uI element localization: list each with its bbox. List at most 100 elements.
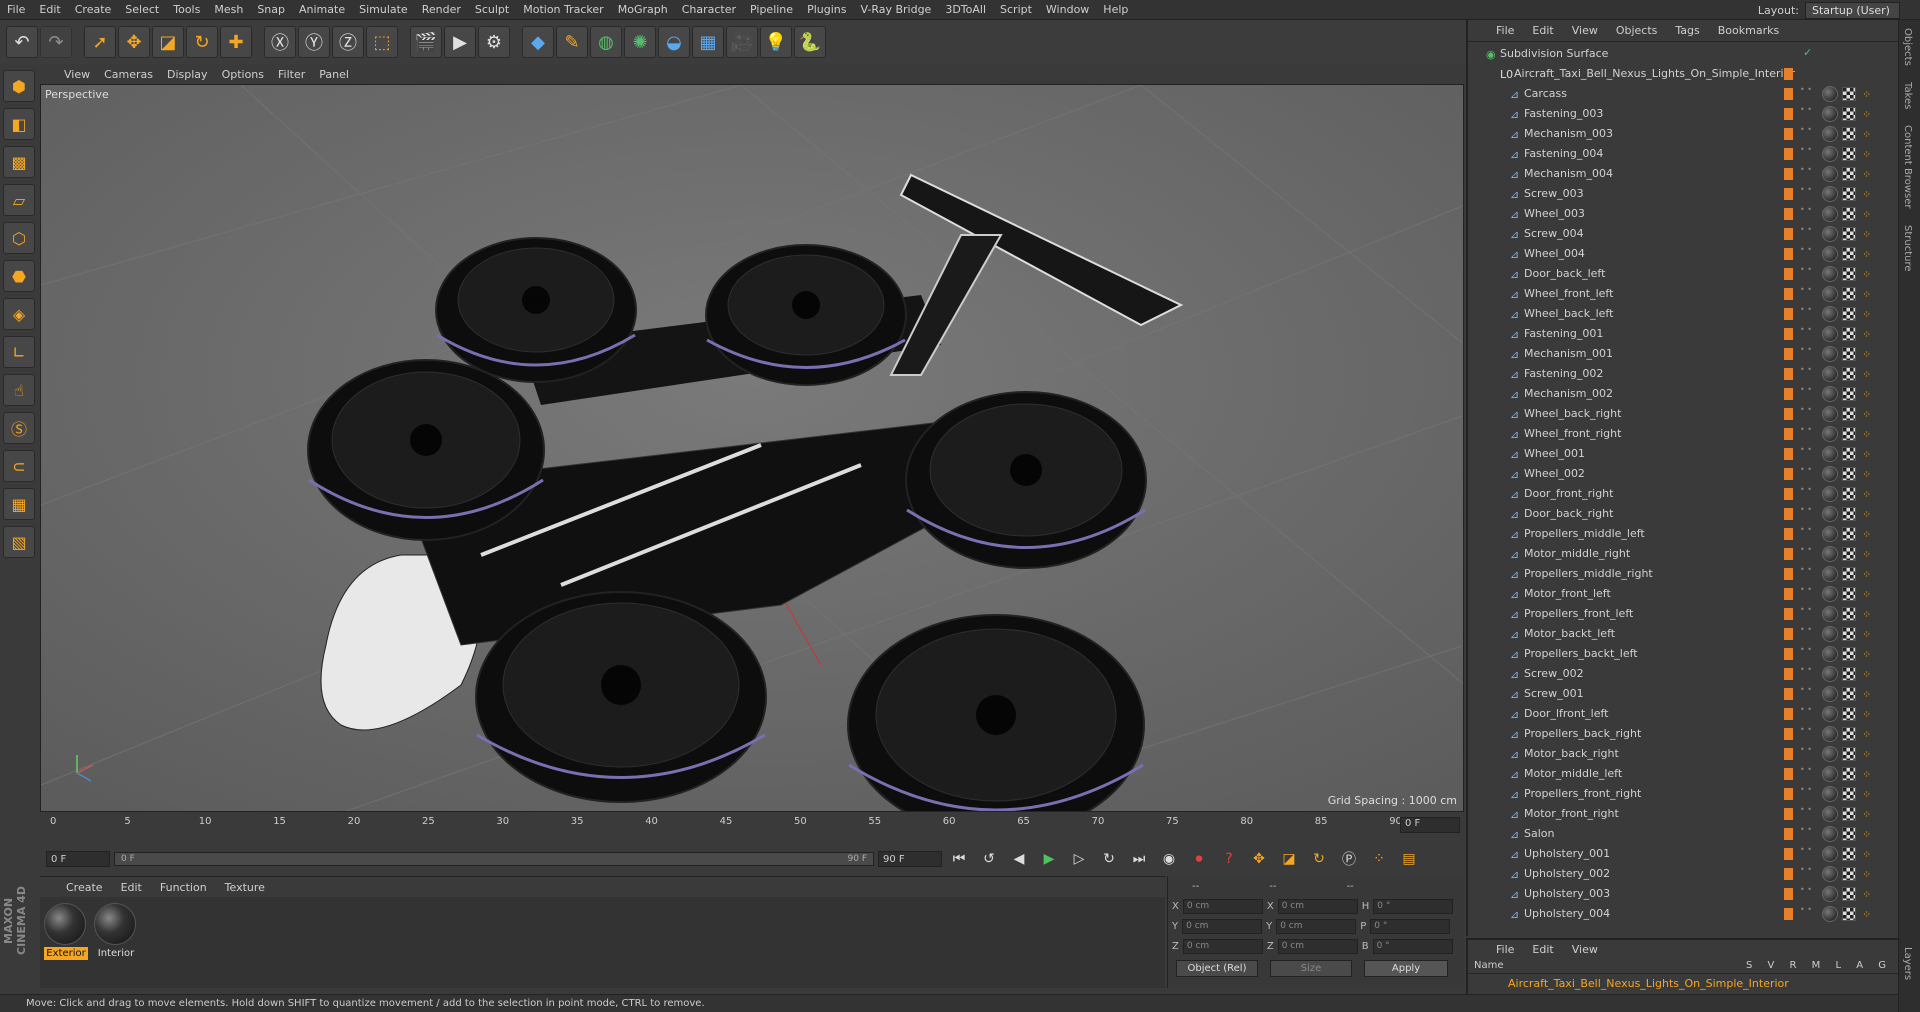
texture-tag-icon[interactable] [1842, 127, 1856, 141]
texture-tag-icon[interactable] [1842, 87, 1856, 101]
object-row[interactable]: Propellers_front_left ⊿ • • ⁘ [1468, 604, 1900, 624]
key-scale-icon[interactable]: ◪ [1276, 848, 1302, 870]
object-row[interactable]: Wheel_002 ⊿ • • ⁘ [1468, 464, 1900, 484]
texture-tag-icon[interactable] [1842, 427, 1856, 441]
layer-color-icon[interactable] [1784, 328, 1793, 340]
layer-color-icon[interactable] [1784, 548, 1793, 560]
texture-tag-icon[interactable] [1842, 787, 1856, 801]
object-row[interactable]: Door_front_right ⊿ • • ⁘ [1468, 484, 1900, 504]
phong-tag-icon[interactable]: ⁘ [1862, 288, 1871, 301]
texture-tag-icon[interactable] [1842, 647, 1856, 661]
material-tag-icon[interactable] [1822, 166, 1838, 182]
layer-color-icon[interactable] [1784, 288, 1793, 300]
object-row[interactable]: Mechanism_004 ⊿ • • ⁘ [1468, 164, 1900, 184]
viewport-menu-filter[interactable]: Filter [278, 68, 305, 81]
material-tag-icon[interactable] [1822, 526, 1838, 542]
texture-mode-icon[interactable]: ▩ [3, 146, 35, 178]
texture-tag-icon[interactable] [1842, 307, 1856, 321]
object-menu-tags[interactable]: Tags [1675, 24, 1699, 37]
phong-tag-icon[interactable]: ⁘ [1862, 348, 1871, 361]
object-row[interactable]: Door_back_left ⊿ • • ⁘ [1468, 264, 1900, 284]
object-row[interactable]: Upholstery_003 ⊿ • • ⁘ [1468, 884, 1900, 904]
start-frame-field[interactable]: 0 F [46, 851, 110, 867]
material-tag-icon[interactable] [1822, 786, 1838, 802]
layer-color-icon[interactable] [1784, 608, 1793, 620]
material-tag-icon[interactable] [1822, 346, 1838, 362]
object-row[interactable]: Fastening_001 ⊿ • • ⁘ [1468, 324, 1900, 344]
layer-color-icon[interactable] [1784, 908, 1793, 920]
layer-color-icon[interactable] [1784, 428, 1793, 440]
layer-color-icon[interactable] [1784, 368, 1793, 380]
menu-script[interactable]: Script [993, 3, 1039, 16]
texture-tag-icon[interactable] [1842, 187, 1856, 201]
phong-tag-icon[interactable]: ⁘ [1862, 628, 1871, 641]
visibility-dots-icon[interactable]: • • [1800, 286, 1812, 294]
layer-color-icon[interactable] [1784, 668, 1793, 680]
visibility-dots-icon[interactable]: • • [1800, 766, 1812, 774]
layer-color-icon[interactable] [1784, 388, 1793, 400]
material-menu-texture[interactable]: Texture [225, 881, 265, 894]
visibility-dots-icon[interactable]: • • [1800, 106, 1812, 114]
timeline-window-icon[interactable]: ▤ [1396, 848, 1422, 870]
material-tag-icon[interactable] [1822, 106, 1838, 122]
texture-tag-icon[interactable] [1842, 347, 1856, 361]
subdivide-icon[interactable]: ◍ [590, 26, 622, 58]
layer-color-icon[interactable] [1784, 588, 1793, 600]
material-tag-icon[interactable] [1822, 766, 1838, 782]
phong-tag-icon[interactable]: ⁘ [1862, 188, 1871, 201]
visibility-dots-icon[interactable]: • • [1800, 486, 1812, 494]
side-tab-layers[interactable]: Layers [1899, 939, 1916, 988]
object-row[interactable]: Fastening_004 ⊿ • • ⁘ [1468, 144, 1900, 164]
material-tag-icon[interactable] [1822, 506, 1838, 522]
visibility-dots-icon[interactable]: • • [1800, 566, 1812, 574]
layer-menu-edit[interactable]: Edit [1532, 943, 1553, 956]
object-row[interactable]: Wheel_back_left ⊿ • • ⁘ [1468, 304, 1900, 324]
texture-tag-icon[interactable] [1842, 287, 1856, 301]
deformer-icon[interactable]: ◒ [658, 26, 690, 58]
material-tag-icon[interactable] [1822, 426, 1838, 442]
material-tag-icon[interactable] [1822, 486, 1838, 502]
camera-icon[interactable]: 🎥 [726, 26, 758, 58]
scale-icon[interactable]: ◪ [152, 26, 184, 58]
texture-tag-icon[interactable] [1842, 207, 1856, 221]
select-icon[interactable]: ➚ [84, 26, 116, 58]
material-menu-create[interactable]: Create [66, 881, 103, 894]
material-tag-icon[interactable] [1822, 146, 1838, 162]
layer-color-icon[interactable] [1784, 768, 1793, 780]
menu-snap[interactable]: Snap [250, 3, 292, 16]
material-tag-icon[interactable] [1822, 386, 1838, 402]
texture-tag-icon[interactable] [1842, 467, 1856, 481]
object-menu-edit[interactable]: Edit [1532, 24, 1553, 37]
texture-tag-icon[interactable] [1842, 487, 1856, 501]
object-row[interactable]: Screw_001 ⊿ • • ⁘ [1468, 684, 1900, 704]
texture-tag-icon[interactable] [1842, 827, 1856, 841]
phong-tag-icon[interactable]: ⁘ [1862, 388, 1871, 401]
record-icon[interactable]: ⏺ [1186, 848, 1212, 870]
texture-tag-icon[interactable] [1842, 627, 1856, 641]
texture-tag-icon[interactable] [1842, 567, 1856, 581]
texture-tag-icon[interactable] [1842, 607, 1856, 621]
menu-mograph[interactable]: MoGraph [611, 3, 675, 16]
layer-color-icon[interactable] [1784, 808, 1793, 820]
coord-value-field[interactable]: 0 cm [1182, 938, 1263, 954]
viewport-perspective[interactable]: Perspective Grid Spacing : 1000 cm [40, 84, 1464, 812]
pen-icon[interactable]: ✎ [556, 26, 588, 58]
coord-value-field[interactable]: 0 cm [1277, 898, 1358, 914]
layer-color-icon[interactable] [1784, 788, 1793, 800]
layer-color-icon[interactable] [1784, 308, 1793, 320]
goto-start-icon[interactable]: ⏮ [946, 848, 972, 870]
material-menu-function[interactable]: Function [160, 881, 207, 894]
visibility-dots-icon[interactable]: • • [1800, 126, 1812, 134]
menu-animate[interactable]: Animate [292, 3, 352, 16]
material-tag-icon[interactable] [1822, 186, 1838, 202]
phong-tag-icon[interactable]: ⁘ [1862, 728, 1871, 741]
object-row[interactable]: Propellers_back_right ⊿ • • ⁘ [1468, 724, 1900, 744]
layer-color-icon[interactable] [1784, 508, 1793, 520]
tweak-mode-icon[interactable]: ☝ [3, 374, 35, 406]
visibility-dots-icon[interactable]: • • [1800, 846, 1812, 854]
material-tag-icon[interactable] [1822, 806, 1838, 822]
layer-color-icon[interactable] [1784, 488, 1793, 500]
viewport-menu-display[interactable]: Display [167, 68, 208, 81]
material-tag-icon[interactable] [1822, 846, 1838, 862]
phong-tag-icon[interactable]: ⁘ [1862, 648, 1871, 661]
